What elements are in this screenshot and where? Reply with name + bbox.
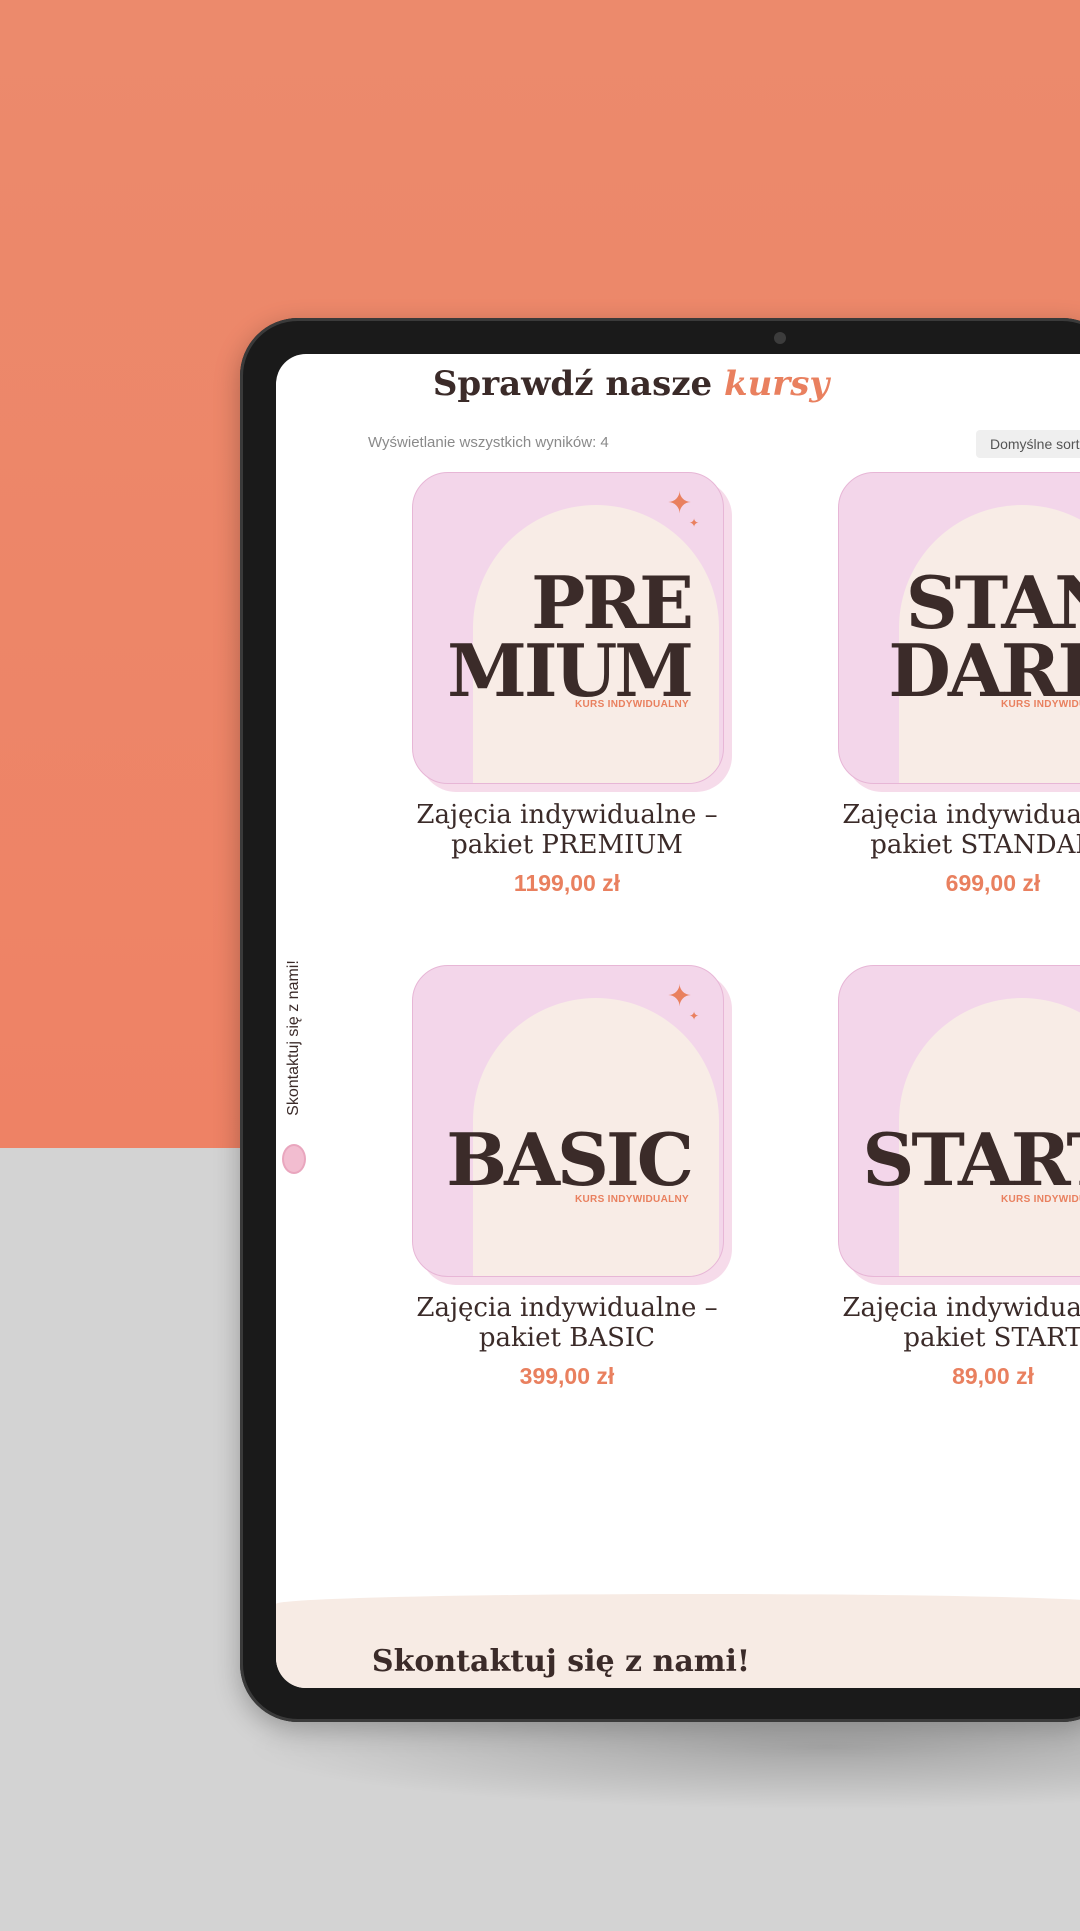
contact-side-tab[interactable]: Skontaktuj się z nami! [276,948,312,1128]
result-count: Wyświetlanie wszystkich wyników: 4 [368,434,609,451]
contact-side-tab-label: Skontaktuj się z nami! [285,960,302,1116]
image-wordmark-line: PRE [531,560,694,645]
image-wordmark-line: DARD [888,628,1080,714]
camera-icon [774,332,786,344]
image-wordmark: STAN DARD [888,560,1080,714]
tablet-shadow [240,1720,1080,1810]
image-wordmark: START [862,1117,1080,1202]
product-card-premium[interactable]: ✦ ✦ PRE MIUM KURS INDYWIDUALNY Zajęcia i… [412,472,732,897]
sparkle-icon: ✦ [689,1009,700,1023]
image-wordmark: BASIC [446,1117,694,1202]
product-title-line: pakiet BASIC [478,1323,656,1353]
product-title-line: Zajęcia indywidualne – [416,1293,718,1323]
product-title[interactable]: Zajęcia indywidualne –pakiet STANDARD [838,800,1080,860]
image-wordmark-line: START [862,1117,1080,1202]
footer-title: Skontaktuj się z nami! [371,1644,751,1679]
page-title-accent: kursy [724,364,830,404]
image-caption: KURS INDYWIDUALNY [1001,699,1080,710]
product-card-standard[interactable]: STAN DARD KURS INDYWIDUALNY Zajęcia indy… [838,472,1080,897]
image-wordmark-line: MIUM [447,628,694,714]
product-title-line: Zajęcia indywidualne – [842,800,1080,830]
sparkle-icon: ✦ [667,980,693,1013]
sparkle-icon: ✦ [689,516,700,530]
product-title-line: pakiet START [903,1323,1080,1353]
product-title-line: pakiet STANDARD [870,830,1080,860]
tablet-screen: Sprawdź nasze kursy Wyświetlanie wszystk… [276,354,1080,1688]
product-price: 699,00 zł [945,870,1041,896]
image-wordmark: PRE MIUM [447,560,694,714]
page-title: Sprawdź nasze kursy [276,364,986,404]
image-wordmark-line: BASIC [446,1117,694,1202]
tablet-frame: Sprawdź nasze kursy Wyświetlanie wszystk… [240,318,1080,1722]
image-caption: KURS INDYWIDUALNY [575,1194,689,1205]
image-wordmark-line: STAN [905,560,1080,645]
product-image[interactable]: ✦ ✦ BASIC KURS INDYWIDUALNY [412,965,724,1277]
image-caption: KURS INDYWIDUALNY [575,699,689,710]
product-price: 89,00 zł [952,1363,1034,1389]
product-image[interactable]: START KURS INDYWIDUALNY [838,965,1080,1277]
product-title[interactable]: Zajęcia indywidualne – pakiet PREMIUM [412,800,722,860]
product-price: 1199,00 zł [513,870,621,896]
product-price: 399,00 zł [519,1363,615,1389]
chat-bubble-icon[interactable] [282,1144,306,1174]
product-card-basic[interactable]: ✦ ✦ BASIC KURS INDYWIDUALNY Zajęcia indy… [412,965,732,1390]
product-image[interactable]: STAN DARD KURS INDYWIDUALNY [838,472,1080,784]
product-title-line: pakiet PREMIUM [451,830,683,860]
product-title[interactable]: Zajęcia indywidualne – pakiet BASIC [412,1293,722,1353]
product-title-line: Zajęcia indywidualne – [416,800,718,830]
product-title-line: Zajęcia indywidualne – [842,1293,1080,1323]
page-title-main: Sprawdź nasze [432,364,713,404]
sort-select[interactable]: Domyślne sortowanie [976,430,1080,458]
product-title[interactable]: Zajęcia indywidualne –pakiet START [838,1293,1080,1353]
sparkle-icon: ✦ [667,487,693,520]
product-image[interactable]: ✦ ✦ PRE MIUM KURS INDYWIDUALNY [412,472,724,784]
image-caption: KURS INDYWIDUALNY [1001,1194,1080,1205]
product-card-start[interactable]: START KURS INDYWIDUALNY Zajęcia indywidu… [838,965,1080,1390]
